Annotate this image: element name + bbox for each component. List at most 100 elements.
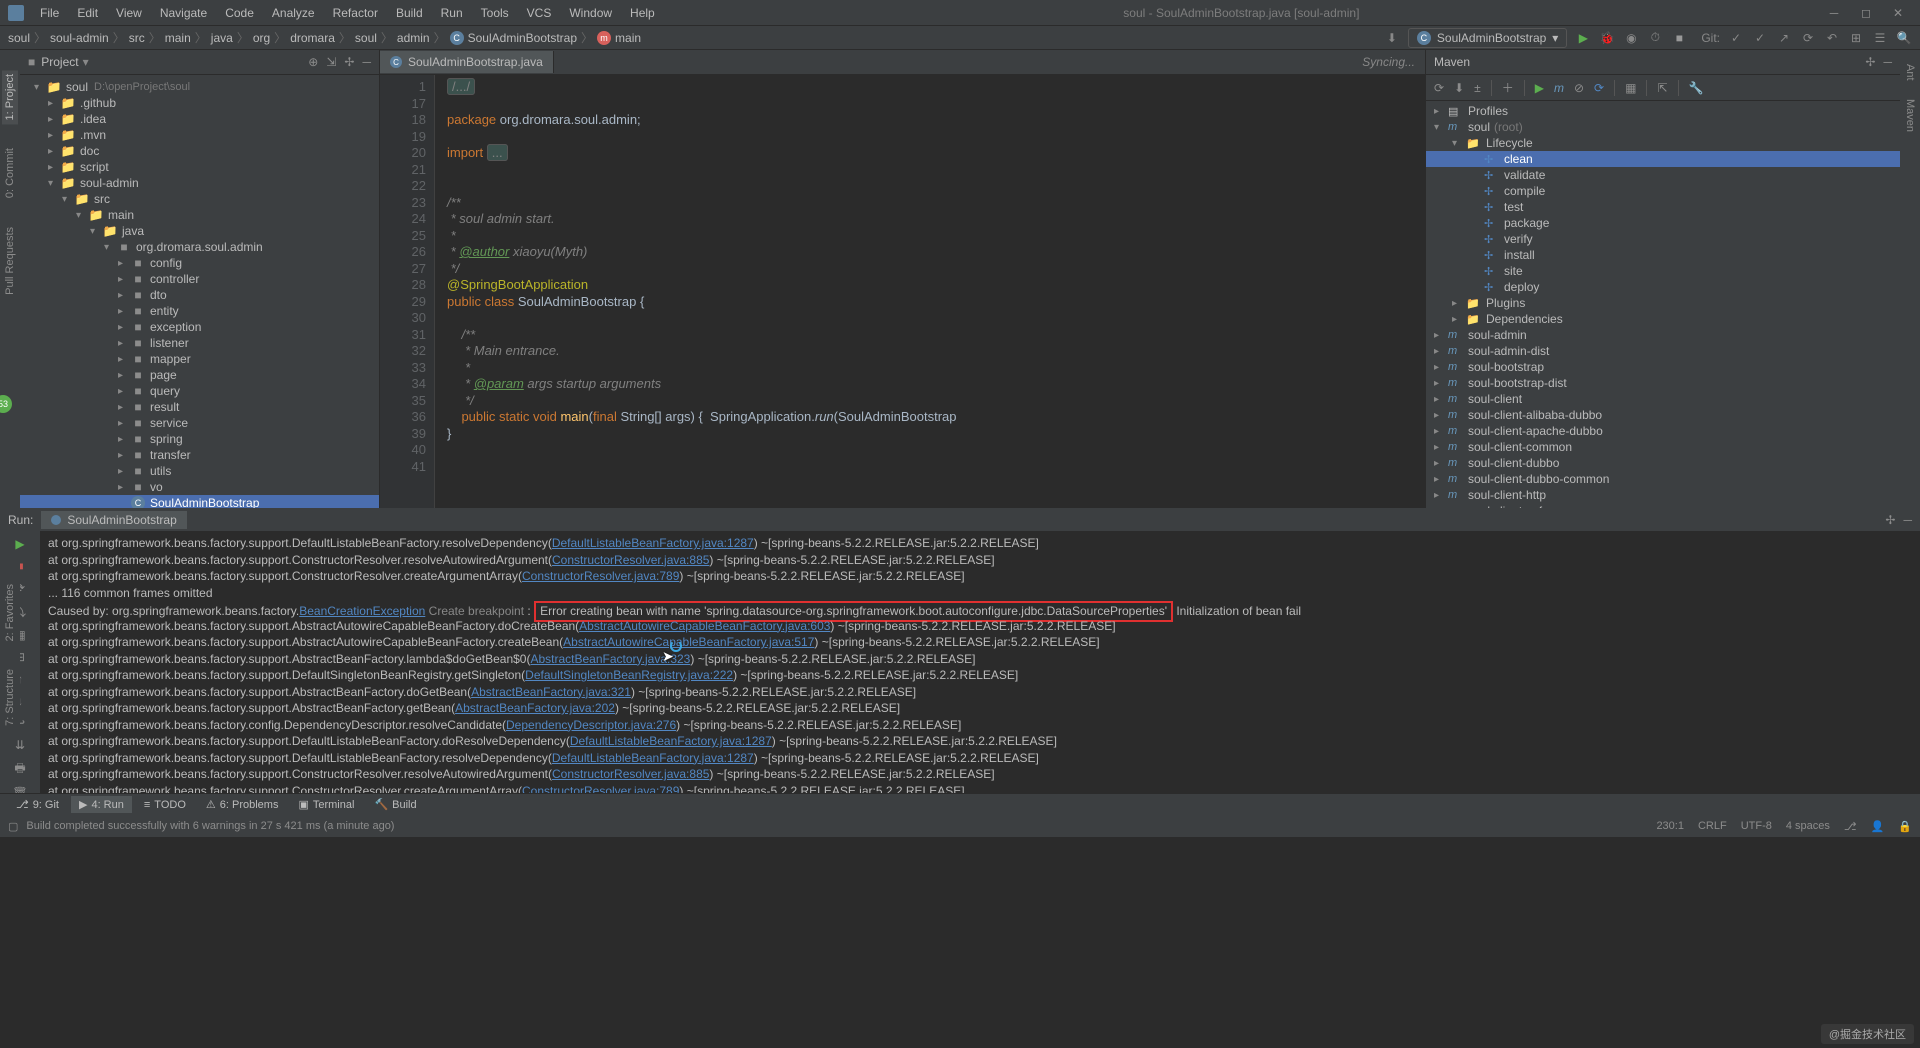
git-push-icon[interactable]: ↗ xyxy=(1776,30,1792,46)
maven-settings-icon[interactable]: ✢ xyxy=(1865,55,1875,69)
download-icon[interactable]: ± xyxy=(1474,81,1481,95)
git-branch-icon[interactable]: ⎇ xyxy=(1844,820,1857,833)
breadcrumb-item[interactable]: dromara xyxy=(290,31,335,45)
maven-tree-item[interactable]: ✢site xyxy=(1426,263,1900,279)
search-everywhere-icon[interactable]: ⊞ xyxy=(1848,30,1864,46)
run-button[interactable]: ▶ xyxy=(1575,30,1591,46)
rerun-button[interactable]: ▶ xyxy=(11,537,29,551)
left-tab[interactable]: 2: Favorites xyxy=(2,580,18,645)
run-maven-icon[interactable]: ▶ xyxy=(1535,81,1544,95)
chevron-down-icon[interactable]: ▾ xyxy=(83,55,89,69)
maven-settings-icon[interactable]: 🔧 xyxy=(1689,81,1704,95)
maven-tree-item[interactable]: ✢verify xyxy=(1426,231,1900,247)
maven-tree-item[interactable]: ▸msoul-client-sofa xyxy=(1426,503,1900,508)
project-tree-item[interactable]: ▸■controller xyxy=(20,271,379,287)
maven-tree-item[interactable]: ▸msoul-admin xyxy=(1426,327,1900,343)
menu-help[interactable]: Help xyxy=(622,2,663,24)
settings-icon[interactable]: ☰ xyxy=(1872,30,1888,46)
minimize-button[interactable]: ─ xyxy=(1820,3,1848,23)
indent-setting[interactable]: 4 spaces xyxy=(1786,820,1830,832)
maven-tree-item[interactable]: ✢clean xyxy=(1426,151,1900,167)
project-tree-item[interactable]: ▸■config xyxy=(20,255,379,271)
maven-tree-item[interactable]: ▸msoul-client-http xyxy=(1426,487,1900,503)
run-tab[interactable]: SoulAdminBootstrap xyxy=(41,511,186,529)
project-tree-item[interactable]: CSoulAdminBootstrap xyxy=(20,495,379,508)
hide-icon[interactable]: ─ xyxy=(1883,55,1892,69)
project-tree-item[interactable]: ▸■listener xyxy=(20,335,379,351)
maven-tree-item[interactable]: ▾📁Lifecycle xyxy=(1426,135,1900,151)
menu-analyze[interactable]: Analyze xyxy=(264,2,323,24)
coverage-button[interactable]: ◉ xyxy=(1623,30,1639,46)
editor-body[interactable]: 117181920212223242526272829▸303132333435… xyxy=(380,75,1425,508)
menu-tools[interactable]: Tools xyxy=(473,2,517,24)
maven-tree-item[interactable]: ✢package xyxy=(1426,215,1900,231)
run-config-dropdown[interactable]: C SoulAdminBootstrap ▾ xyxy=(1408,28,1567,48)
menu-code[interactable]: Code xyxy=(217,2,262,24)
tool-git[interactable]: ⎇ 9: Git xyxy=(8,796,67,813)
project-tree-item[interactable]: ▸■exception xyxy=(20,319,379,335)
menu-build[interactable]: Build xyxy=(388,2,431,24)
maven-tree-item[interactable]: ▸msoul-client-dubbo-common xyxy=(1426,471,1900,487)
maven-tree-item[interactable]: ▸msoul-client-dubbo xyxy=(1426,455,1900,471)
project-tree-item[interactable]: ▸■vo xyxy=(20,479,379,495)
collapse-icon[interactable]: ⇱ xyxy=(1657,81,1667,95)
menu-edit[interactable]: Edit xyxy=(69,2,106,24)
maximize-button[interactable]: ◻ xyxy=(1852,3,1880,23)
project-tree-item[interactable]: ▸■utils xyxy=(20,463,379,479)
print-button[interactable]: 🖶 xyxy=(11,760,29,778)
add-maven-icon[interactable]: ＋ xyxy=(1502,79,1514,96)
breadcrumb-item[interactable]: src xyxy=(129,31,145,45)
maven-tree[interactable]: ▸▤Profiles▾msoul(root)▾📁Lifecycle✢clean✢… xyxy=(1426,101,1900,508)
hide-icon[interactable]: ─ xyxy=(1903,513,1912,527)
project-tree-item[interactable]: ▸■result xyxy=(20,399,379,415)
maven-tree-item[interactable]: ✢compile xyxy=(1426,183,1900,199)
menu-refactor[interactable]: Refactor xyxy=(325,2,386,24)
project-tree-item[interactable]: ▸■transfer xyxy=(20,447,379,463)
project-tree-item[interactable]: ▾📁src xyxy=(20,191,379,207)
tool-terminal[interactable]: ▣ Terminal xyxy=(290,796,362,813)
maven-tree-item[interactable]: ✢test xyxy=(1426,199,1900,215)
console-output[interactable]: at org.springframework.beans.factory.sup… xyxy=(40,531,1920,793)
profile-button[interactable]: ⏱ xyxy=(1647,30,1663,46)
tool-run[interactable]: ▶ 4: Run xyxy=(71,796,132,813)
scroll-end-button[interactable]: ⇊ xyxy=(11,738,29,752)
maven-tree-item[interactable]: ✢validate xyxy=(1426,167,1900,183)
project-tree-item[interactable]: ▾📁soul-admin xyxy=(20,175,379,191)
left-tab[interactable]: 7: Structure xyxy=(2,665,18,730)
menu-navigate[interactable]: Navigate xyxy=(152,2,215,24)
project-tree-item[interactable]: ▸📁.github xyxy=(20,95,379,111)
lock-icon[interactable]: 🔒 xyxy=(1898,820,1912,833)
clear-button[interactable]: 🗑 xyxy=(11,786,29,793)
maven-tree-item[interactable]: ✢deploy xyxy=(1426,279,1900,295)
stop-button[interactable]: ■ xyxy=(1671,30,1687,46)
project-tree-item[interactable]: ▸📁script xyxy=(20,159,379,175)
left-tab[interactable]: 0: Commit xyxy=(2,144,18,202)
project-tree-item[interactable]: ▸■spring xyxy=(20,431,379,447)
editor-tab[interactable]: C SoulAdminBootstrap.java xyxy=(380,51,554,73)
breadcrumb-item[interactable]: soul-admin xyxy=(50,31,109,45)
project-tree-item[interactable]: ▸📁.mvn xyxy=(20,127,379,143)
menu-vcs[interactable]: VCS xyxy=(519,2,560,24)
maven-tree-item[interactable]: ▸msoul-client-common xyxy=(1426,439,1900,455)
maven-tree-item[interactable]: ✢install xyxy=(1426,247,1900,263)
project-tree-item[interactable]: ▸■page xyxy=(20,367,379,383)
caret-position[interactable]: 230:1 xyxy=(1656,820,1684,832)
menu-view[interactable]: View xyxy=(108,2,150,24)
maven-tree-item[interactable]: ▸msoul-client-apache-dubbo xyxy=(1426,423,1900,439)
breadcrumb-item[interactable]: org xyxy=(253,31,270,45)
tool-problems[interactable]: ⚠ 6: Problems xyxy=(198,796,287,813)
reimport-icon[interactable]: ⟳ xyxy=(1434,81,1444,95)
collapse-all-icon[interactable]: ✢ xyxy=(344,55,354,69)
breadcrumb-method[interactable]: mmain xyxy=(597,31,641,45)
run-settings-icon[interactable]: ✢ xyxy=(1885,513,1895,527)
breadcrumb-item[interactable]: java xyxy=(211,31,233,45)
project-tree-item[interactable]: ▾📁java xyxy=(20,223,379,239)
git-commit-icon[interactable]: ✓ xyxy=(1752,30,1768,46)
project-tree-item[interactable]: ▸■entity xyxy=(20,303,379,319)
maven-tree-item[interactable]: ▸▤Profiles xyxy=(1426,103,1900,119)
project-tree-item[interactable]: ▾📁main xyxy=(20,207,379,223)
build-icon[interactable]: ⬇ xyxy=(1384,30,1400,46)
debug-button[interactable]: 🐞 xyxy=(1599,30,1615,46)
left-tab[interactable]: Pull Requests xyxy=(2,223,18,299)
project-tree-item[interactable]: ▾📁soulD:\openProject\soul xyxy=(20,79,379,95)
